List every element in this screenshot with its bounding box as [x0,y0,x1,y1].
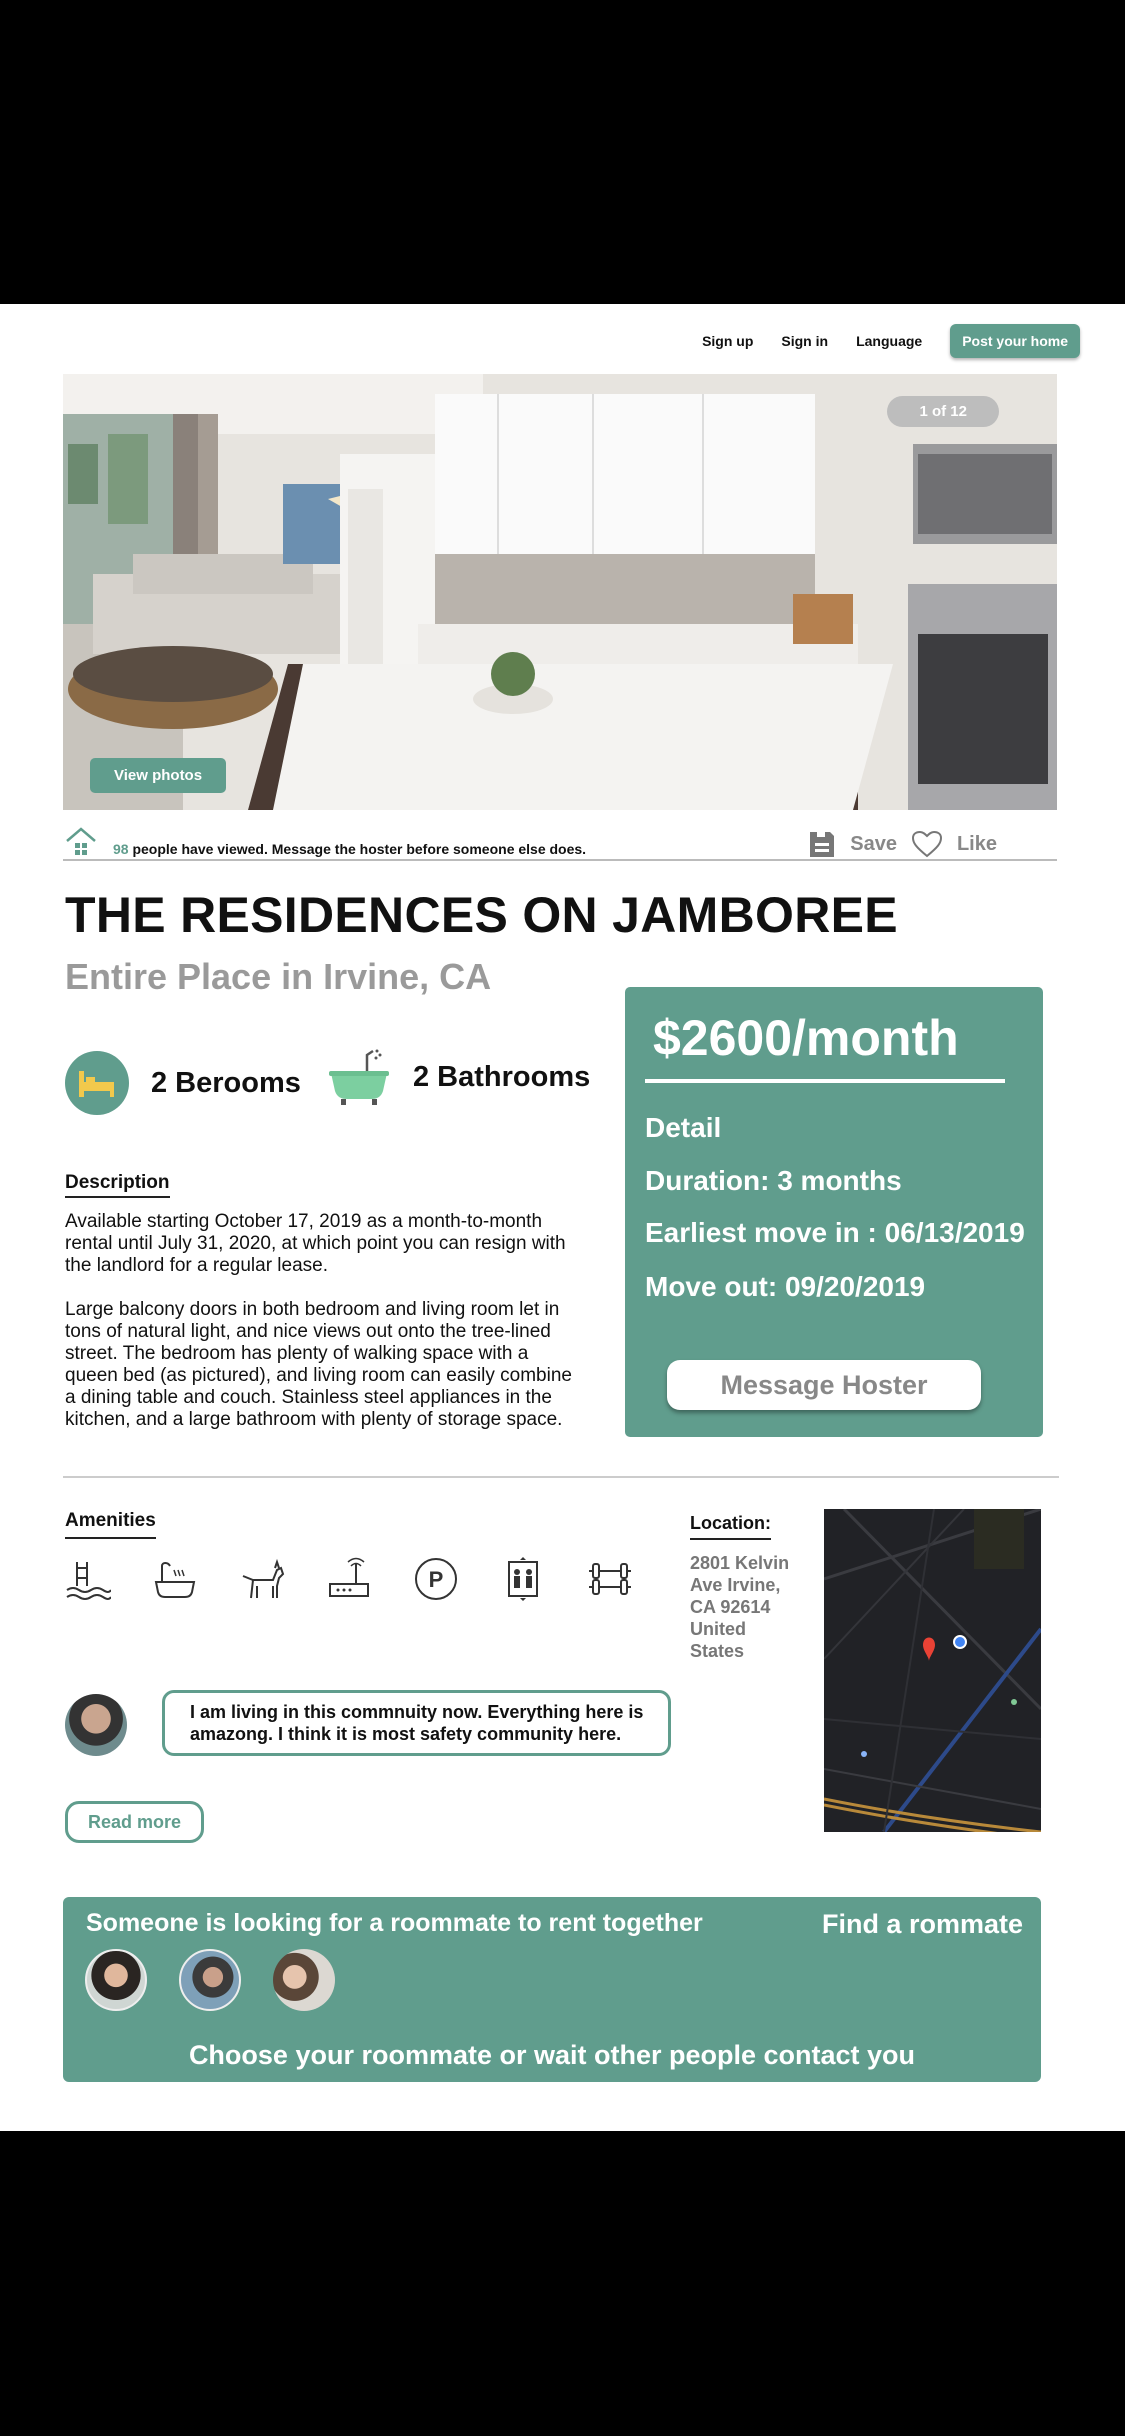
amenities-icons: P [65,1556,633,1602]
language-link[interactable]: Language [856,333,922,349]
bedrooms-info: 2 Berooms [65,1051,301,1115]
photo-counter: 1 of 12 [887,396,999,427]
price-divider [645,1079,1005,1083]
listing-title: THE RESIDENCES ON JAMBOREE [65,887,898,943]
description-paragraph-2: Large balcony doors in both bedroom and … [65,1299,572,1430]
duration-text: Duration: 3 months [645,1165,902,1196]
detail-heading: Detail [645,1112,722,1143]
heart-icon[interactable] [911,830,943,858]
bathtub-icon [154,1562,196,1598]
svg-text:P: P [429,1567,444,1592]
save-like-group: Save Like [808,829,997,859]
views-count: 98 [113,841,129,857]
read-more-button[interactable]: Read more [65,1801,204,1843]
price-card: $2600/month Detail Duration: 3 months Ea… [625,987,1043,1437]
top-nav: Sign up Sign in Language Post your home [702,324,1080,358]
like-button[interactable]: Like [957,833,997,856]
page: Sign up Sign in Language Post your home [0,304,1125,2131]
bed-icon [65,1051,129,1115]
move-out-text: Move out: 09/20/2019 [645,1271,926,1302]
amenities-heading: Amenities [65,1510,156,1539]
bathrooms-label: 2 Bathrooms [413,1060,591,1093]
apartment-photo [63,374,1057,810]
router-icon [329,1557,369,1597]
photo-gallery[interactable]: 1 of 12 View photos [63,374,1057,810]
bathrooms-info: 2 Bathrooms [327,1045,590,1109]
description-heading: Description [65,1172,170,1198]
roommate-cta[interactable]: Choose your roommate or wait other peopl… [63,2040,1041,2071]
bedrooms-label: 2 Berooms [151,1066,301,1099]
description-paragraph-1: Available starting October 17, 2019 as a… [65,1211,566,1276]
signin-link[interactable]: Sign in [781,333,828,349]
roommate-avatar[interactable] [179,1949,241,2011]
bathtub-icon [329,1049,389,1105]
views-row: 98 people have viewed. Message the hoste… [63,821,1057,861]
listing-subtitle: Entire Place in Irvine, CA [65,956,492,997]
map[interactable] [824,1509,1041,1832]
post-home-button[interactable]: Post your home [950,324,1080,358]
roommate-avatar[interactable] [273,1949,335,2011]
parking-icon: P [415,1558,457,1600]
views-message: people have viewed. Message the hoster b… [132,841,587,857]
save-icon[interactable] [808,829,836,859]
description-text: Available starting October 17, 2019 as a… [65,1211,585,1431]
elevator-icon [508,1557,538,1601]
section-divider [63,1476,1059,1478]
review-bubble: I am living in this commnuity now. Every… [162,1690,671,1756]
message-hoster-button[interactable]: Message Hoster [667,1360,981,1410]
avatar [65,1694,127,1756]
roommate-banner: Someone is looking for a roommate to ren… [63,1897,1041,2082]
gym-icon [589,1563,631,1595]
map-graphic [824,1509,1041,1832]
price-amount: $2600/month [653,1010,959,1066]
pet-icon [242,1558,285,1599]
find-roommate-button[interactable]: Find a rommate [822,1909,1023,1940]
roommate-headline: Someone is looking for a roommate to ren… [86,1909,703,1937]
location-address: 2801 Kelvin Ave Irvine, CA 92614 United … [690,1553,790,1661]
signup-link[interactable]: Sign up [702,333,753,349]
pool-icon [66,1562,111,1600]
move-in-text: Earliest move in : 06/13/2019 [645,1217,1025,1248]
location-heading: Location: [690,1513,771,1540]
view-photos-button[interactable]: View photos [90,758,227,793]
home-icon [66,827,96,855]
save-button[interactable]: Save [850,833,897,856]
roommate-avatar[interactable] [85,1949,147,2011]
views-text: 98 people have viewed. Message the hoste… [113,841,586,857]
